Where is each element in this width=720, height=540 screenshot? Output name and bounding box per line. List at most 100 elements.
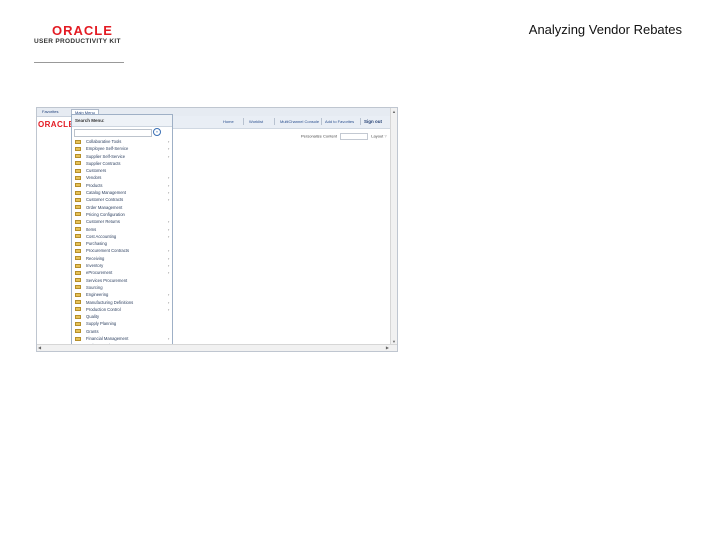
multichannel-console-link[interactable]: MultiChannel Console xyxy=(280,119,319,124)
folder-icon xyxy=(75,234,81,239)
folder-icon xyxy=(75,321,81,326)
menu-item[interactable]: Purchasing xyxy=(72,240,172,247)
menu-item[interactable]: Vendors › xyxy=(72,174,172,181)
folder-icon xyxy=(75,307,81,312)
menu-item[interactable]: Products › xyxy=(72,182,172,189)
menu-item[interactable]: Customers xyxy=(72,167,172,174)
menu-item-label: Production Control xyxy=(86,306,121,312)
vertical-scrollbar[interactable]: ▲ ▼ xyxy=(390,108,397,351)
chevron-right-icon: › xyxy=(168,153,170,159)
folder-icon xyxy=(75,205,81,210)
menu-item[interactable]: Pricing Configuration xyxy=(72,211,172,218)
menu-item-label: Supply Planning xyxy=(86,321,117,327)
menu-item[interactable]: Grants xyxy=(72,328,172,335)
folder-icon xyxy=(75,197,81,202)
folder-icon xyxy=(75,285,81,290)
menu-item[interactable]: Supplier Self-Service › xyxy=(72,153,172,160)
menu-item-label: Items xyxy=(86,226,97,232)
menu-item[interactable]: Services Procurement xyxy=(72,277,172,284)
folder-icon xyxy=(75,241,81,246)
header-divider xyxy=(360,118,361,125)
folder-icon xyxy=(75,292,81,297)
folder-icon xyxy=(75,139,81,144)
worklist-link[interactable]: Worklist xyxy=(249,119,263,124)
sign-out-link[interactable]: Sign out xyxy=(364,119,382,124)
logo-product: USER PRODUCTIVITY KIT xyxy=(34,38,121,45)
menu-item[interactable]: Customer Returns › xyxy=(72,218,172,225)
menu-item[interactable]: Quality xyxy=(72,313,172,320)
scroll-up-icon[interactable]: ▲ xyxy=(392,109,396,114)
menu-item-label: eProcurement xyxy=(86,270,113,276)
folder-icon xyxy=(75,175,81,180)
chevron-right-icon: › xyxy=(168,233,170,239)
search-go-icon[interactable]: » xyxy=(153,128,161,136)
home-link[interactable]: Home xyxy=(223,119,234,124)
help-icon[interactable]: ? xyxy=(384,134,386,139)
header-divider xyxy=(321,118,322,125)
menu-item[interactable]: Procurement Contracts › xyxy=(72,247,172,254)
menu-item[interactable]: Manufacturing Definitions › xyxy=(72,299,172,306)
menu-item[interactable]: Engineering › xyxy=(72,291,172,298)
scroll-right-icon[interactable]: ▶ xyxy=(386,345,389,350)
menu-item-label: Pricing Configuration xyxy=(86,211,125,217)
chevron-right-icon: › xyxy=(168,197,170,203)
layout-select[interactable] xyxy=(340,133,369,140)
oracle-upk-logo: ORACLE USER PRODUCTIVITY KIT xyxy=(34,24,124,63)
menu-item-label: Customer Returns xyxy=(86,219,120,225)
logo-rule xyxy=(34,62,124,63)
chevron-right-icon: › xyxy=(168,219,170,225)
menu-item-label: Customers xyxy=(86,168,107,174)
menu-item-label: Products xyxy=(86,182,103,188)
menu-item[interactable]: Financial Management › xyxy=(72,335,172,342)
folder-icon xyxy=(75,278,81,283)
menu-item-label: Procurement Contracts xyxy=(86,248,130,254)
menu-item[interactable]: Inventory › xyxy=(72,262,172,269)
menu-item-label: Cost Accounting xyxy=(86,233,117,239)
search-menu-input[interactable] xyxy=(74,129,152,137)
menu-item-label: Employee Self-Service xyxy=(86,146,129,152)
add-to-favorites-link[interactable]: Add to Favorites xyxy=(325,119,354,124)
menu-item[interactable]: eProcurement › xyxy=(72,269,172,276)
personalize-content-link[interactable]: Personalize Content xyxy=(301,134,337,139)
search-menu-label: Search Menu: xyxy=(72,115,172,127)
chevron-right-icon: › xyxy=(168,306,170,312)
chevron-right-icon: › xyxy=(168,299,170,305)
menu-item[interactable]: Supplier Contracts xyxy=(72,160,172,167)
menu-item[interactable]: Order Management xyxy=(72,204,172,211)
menu-item[interactable]: Production Control › xyxy=(72,306,172,313)
menu-item[interactable]: Customer Contracts › xyxy=(72,196,172,203)
menu-item[interactable]: Supply Planning xyxy=(72,320,172,327)
folder-icon xyxy=(75,146,81,151)
menu-item-label: Services Procurement xyxy=(86,277,128,283)
menu-item[interactable]: Cost Accounting › xyxy=(72,233,172,240)
menu-item[interactable]: Receiving › xyxy=(72,255,172,262)
menu-item[interactable]: Employee Self-Service › xyxy=(72,145,172,152)
folder-icon xyxy=(75,270,81,275)
horizontal-scrollbar[interactable]: ◀ ▶ xyxy=(37,344,397,351)
scroll-left-icon[interactable]: ◀ xyxy=(38,345,41,350)
menu-item[interactable]: Items › xyxy=(72,226,172,233)
search-row: » xyxy=(72,128,172,137)
folder-icon xyxy=(75,183,81,188)
folder-icon xyxy=(75,154,81,159)
menu-item-label: Vendors xyxy=(86,175,102,181)
folder-icon xyxy=(75,190,81,195)
menu-item[interactable]: Sourcing xyxy=(72,284,172,291)
menu-item[interactable]: Catalog Management › xyxy=(72,189,172,196)
menu-item-label: Engineering xyxy=(86,292,109,298)
personalize-bar: Personalize Content Layout ? xyxy=(301,133,387,140)
header-divider xyxy=(243,118,244,125)
menu-item[interactable]: Collaborative Tools › xyxy=(72,138,172,145)
folder-icon xyxy=(75,314,81,319)
tab-favorites[interactable]: Favorites xyxy=(39,109,61,115)
document-title: Analyzing Vendor Rebates xyxy=(528,22,682,37)
app-brand-logo: ORACLE xyxy=(38,120,75,129)
menu-item-list: Collaborative Tools › Employee Self-Servic… xyxy=(72,138,172,350)
layout-link[interactable]: Layout xyxy=(371,134,383,139)
folder-icon xyxy=(75,256,81,261)
menu-item-label: Customer Contracts xyxy=(86,197,124,203)
chevron-right-icon: › xyxy=(168,175,170,181)
chevron-right-icon: › xyxy=(168,336,170,342)
chevron-right-icon: › xyxy=(168,270,170,276)
folder-icon xyxy=(75,263,81,268)
